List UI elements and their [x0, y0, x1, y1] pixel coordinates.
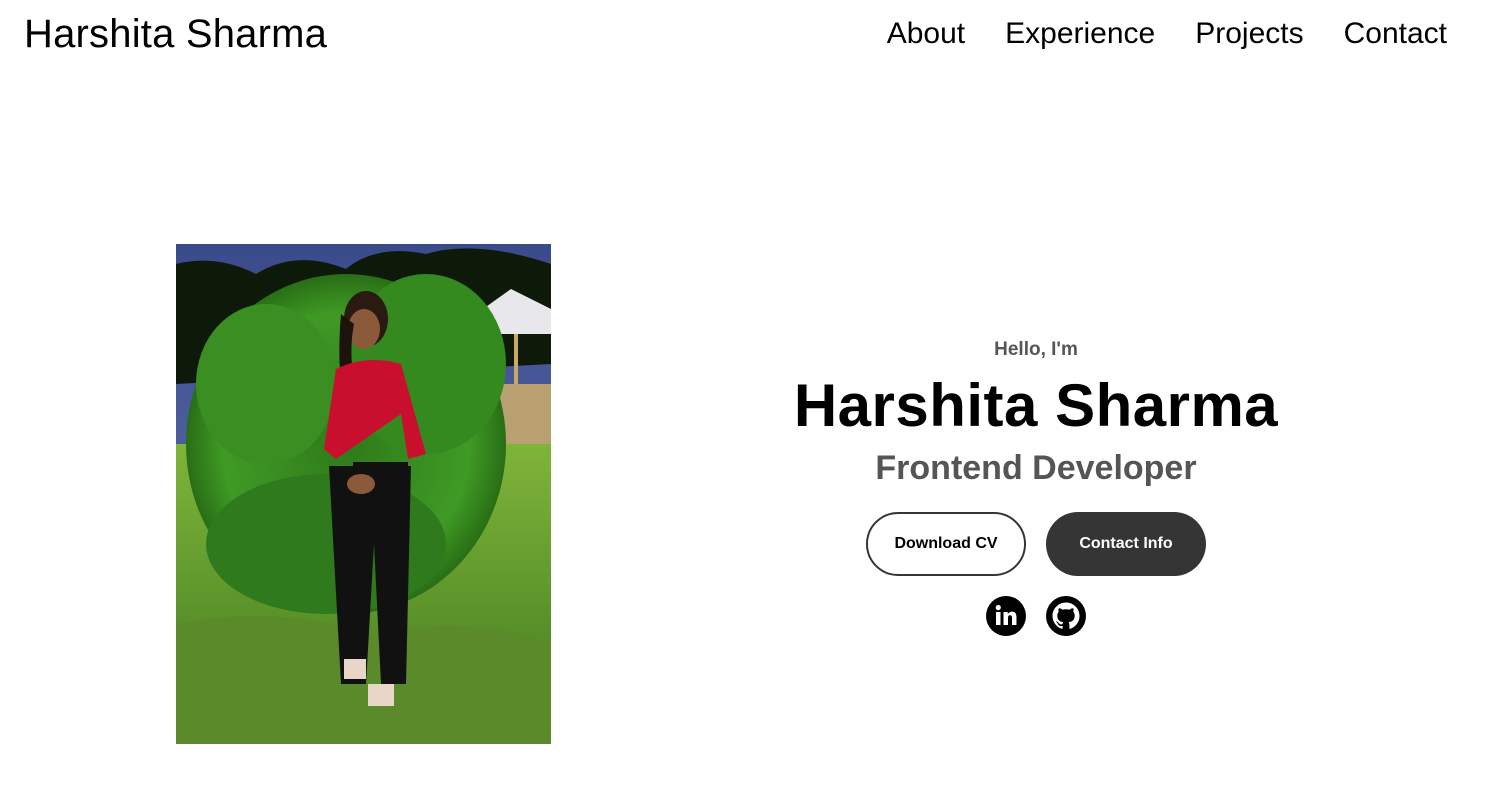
- github-icon[interactable]: [1046, 596, 1086, 636]
- hero-text: Hello, I'm Harshita Sharma Frontend Deve…: [736, 336, 1336, 636]
- nav-item-about: About: [887, 14, 965, 54]
- greeting: Hello, I'm: [994, 339, 1078, 360]
- nav-link-projects[interactable]: Projects: [1195, 17, 1303, 50]
- hero-name: Harshita Sharma: [793, 372, 1279, 439]
- nav-item-experience: Experience: [1005, 14, 1155, 54]
- social-links: [736, 596, 1336, 636]
- site-logo[interactable]: Harshita Sharma: [24, 10, 327, 58]
- hero-role: Frontend Developer: [875, 449, 1197, 487]
- nav-link-experience[interactable]: Experience: [1005, 17, 1155, 50]
- profile-photo: [176, 244, 551, 744]
- top-nav: Harshita Sharma About Experience Project…: [0, 0, 1501, 70]
- linkedin-icon[interactable]: [986, 596, 1026, 636]
- nav-item-contact: Contact: [1344, 14, 1447, 54]
- nav-item-projects: Projects: [1195, 14, 1303, 54]
- nav-links: About Experience Projects Contact: [887, 14, 1447, 54]
- download-cv-button[interactable]: Download CV: [866, 512, 1026, 576]
- nav-link-contact[interactable]: Contact: [1344, 17, 1447, 50]
- nav-link-about[interactable]: About: [887, 17, 965, 50]
- contact-info-button[interactable]: Contact Info: [1046, 512, 1206, 576]
- hero-buttons: Download CV Contact Info: [736, 512, 1336, 576]
